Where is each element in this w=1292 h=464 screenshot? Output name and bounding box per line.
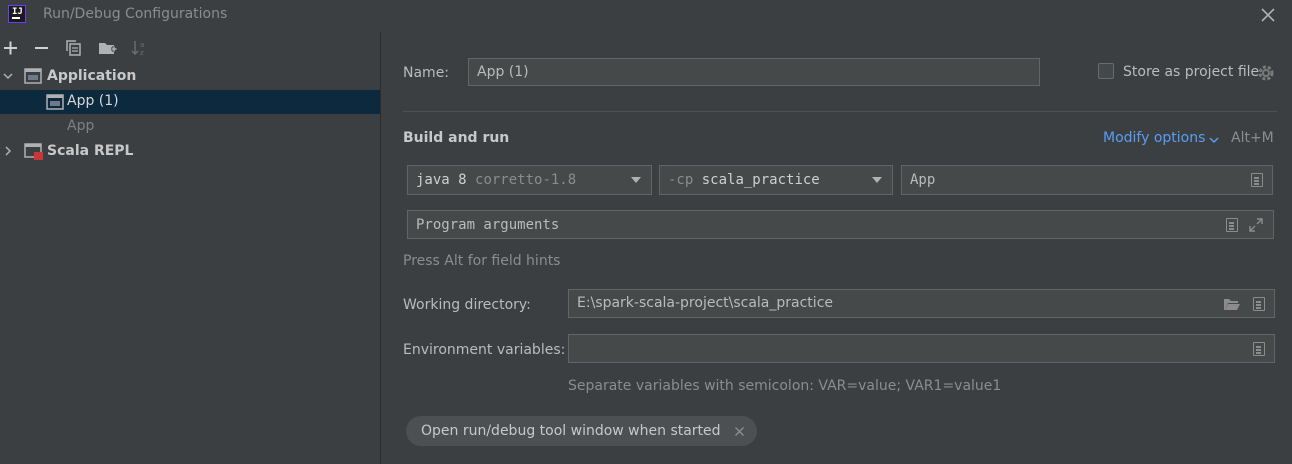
chevron-right-icon[interactable] <box>2 145 14 161</box>
working-directory-field[interactable]: E:\spark-scala-project\scala_practice <box>568 289 1275 318</box>
tree-item-label: App <box>67 118 95 134</box>
store-as-project-file-label: Store as project file <box>1123 64 1260 80</box>
classpath-dropdown[interactable]: -cp scala_practice <box>659 165 893 195</box>
add-icon[interactable] <box>1 38 21 58</box>
copy-icon[interactable] <box>64 38 84 58</box>
modify-options-shortcut: Alt+M <box>1231 130 1274 146</box>
chevron-down-icon <box>872 177 882 183</box>
name-field[interactable]: App (1) <box>468 58 1040 86</box>
chip-label: Open run/debug tool window when started <box>421 423 721 439</box>
working-directory-label: Working directory: <box>403 297 531 313</box>
jdk-main: java 8 <box>416 172 467 188</box>
macros-icon[interactable] <box>1226 218 1238 232</box>
tree-item-scala-repl[interactable]: Scala REPL <box>0 140 380 164</box>
section-title: Build and run <box>403 130 510 146</box>
tree-item-app-1[interactable]: App (1) <box>0 90 380 114</box>
tree-item-app-template[interactable]: App <box>0 115 380 139</box>
name-label: Name: <box>403 65 450 81</box>
section-divider <box>403 111 1277 112</box>
configuration-form <box>381 32 1292 464</box>
folder-icon[interactable] <box>1223 296 1241 316</box>
jdk-sub: corretto-1.8 <box>475 172 577 188</box>
expand-icon[interactable] <box>1248 217 1264 237</box>
application-config-icon <box>24 68 42 88</box>
svg-text:a: a <box>140 41 144 49</box>
tree-item-label: Application <box>47 68 137 84</box>
title-bar: IJ Run/Debug Configurations <box>0 0 1292 32</box>
classpath-value: scala_practice <box>701 172 820 188</box>
remove-icon[interactable] <box>32 38 52 58</box>
application-config-icon <box>46 94 64 114</box>
open-tool-window-chip[interactable]: Open run/debug tool window when started <box>406 416 757 446</box>
tree-item-label: Scala REPL <box>47 143 134 159</box>
chevron-down-icon[interactable] <box>2 70 14 86</box>
chevron-down-icon <box>631 177 641 183</box>
environment-variables-hint: Separate variables with semicolon: VAR=v… <box>568 378 1002 394</box>
intellij-logo-icon: IJ <box>7 4 27 24</box>
program-arguments-field[interactable]: Program arguments <box>407 210 1274 239</box>
edit-environment-icon[interactable] <box>1253 342 1265 356</box>
environment-variables-label: Environment variables: <box>403 342 566 358</box>
name-value: App (1) <box>477 64 529 80</box>
jdk-dropdown[interactable]: java 8 corretto-1.8 <box>407 165 652 195</box>
classpath-prefix: -cp <box>668 172 694 188</box>
svg-text:z: z <box>140 49 144 57</box>
main-class-field[interactable]: App <box>901 165 1273 195</box>
tree-item-application[interactable]: Application <box>0 65 380 89</box>
working-directory-value: E:\spark-scala-project\scala_practice <box>577 295 833 311</box>
close-icon[interactable] <box>1258 5 1278 25</box>
remove-chip-icon[interactable] <box>734 425 745 441</box>
field-hint: Press Alt for field hints <box>403 253 561 269</box>
environment-variables-field[interactable] <box>568 334 1275 363</box>
modify-options-link[interactable]: Modify options <box>1103 130 1205 146</box>
store-as-project-file-checkbox[interactable] <box>1098 63 1114 79</box>
new-folder-icon[interactable] <box>97 38 117 58</box>
scala-repl-icon <box>24 143 44 165</box>
program-arguments-placeholder: Program arguments <box>416 217 560 233</box>
tree-item-label: App (1) <box>67 93 119 109</box>
chevron-down-icon[interactable] <box>1209 133 1219 149</box>
gear-icon[interactable] <box>1257 64 1275 86</box>
window-title: Run/Debug Configurations <box>43 6 228 22</box>
sort-icon[interactable]: az <box>130 38 150 58</box>
macros-icon[interactable] <box>1253 297 1265 311</box>
main-class-value: App <box>910 172 936 188</box>
browse-icon[interactable] <box>1251 173 1263 187</box>
